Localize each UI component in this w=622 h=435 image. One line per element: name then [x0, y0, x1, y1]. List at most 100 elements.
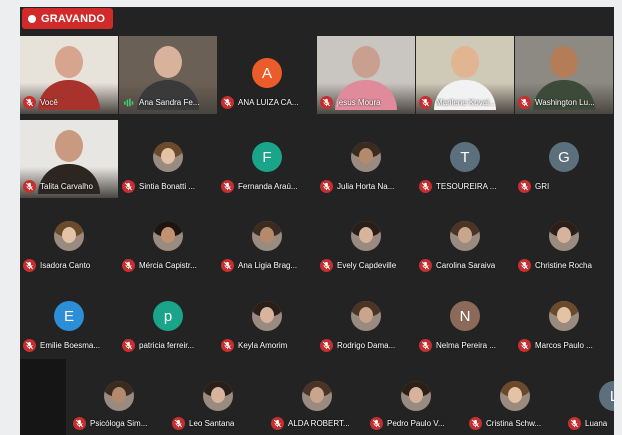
participant-label: Cristina Schw...: [469, 417, 541, 430]
participant-tile-sintia-bonatti[interactable]: Sintia Bonatti ...: [119, 120, 217, 198]
mic-muted-icon: [568, 417, 581, 430]
participant-name: Leo Santana: [189, 419, 235, 428]
participant-name: ALDA ROBERT...: [288, 419, 350, 428]
participant-name: patricia ferreir...: [139, 341, 195, 350]
participant-tile-tesoureira[interactable]: T TESOUREIRA ...: [416, 120, 514, 198]
participant-label: jesus Moura: [320, 96, 381, 109]
avatar-photo: [500, 381, 530, 411]
participant-name: Pedro Paulo V...: [387, 419, 445, 428]
avatar-photo: [54, 221, 84, 251]
avatar-photo: [401, 381, 431, 411]
participant-name: Marcos Paulo ...: [535, 341, 593, 350]
participant-name: jesus Moura: [337, 98, 381, 107]
participant-tile-talita-carvalho[interactable]: Talita Carvalho: [20, 120, 118, 198]
participant-tile-leo-santana[interactable]: Leo Santana: [169, 359, 267, 435]
participant-tile-ana-ligia-brag[interactable]: Ana Ligia Brag...: [218, 199, 316, 277]
avatar-photo: [203, 381, 233, 411]
participant-name: Cristina Schw...: [486, 419, 542, 428]
mic-muted-icon: [23, 96, 36, 109]
participant-name: Mércia Capistr...: [139, 261, 197, 270]
participant-label: Ana Sandra Fe...: [122, 96, 199, 109]
participant-label: Nelma Pereira ...: [419, 339, 496, 352]
mic-muted-icon: [221, 180, 234, 193]
participant-tile-voce[interactable]: Você: [20, 36, 118, 114]
avatar-photo: [252, 221, 282, 251]
participant-label: Julia Horta Na...: [320, 180, 394, 193]
mic-muted-icon: [122, 339, 135, 352]
avatar-photo: [252, 301, 282, 331]
participant-tile-jesus-moura[interactable]: jesus Moura: [317, 36, 415, 114]
participant-name: Luana: [585, 419, 608, 428]
record-dot-icon: [28, 14, 36, 23]
participant-tile-cristina-schw[interactable]: Cristina Schw...: [466, 359, 564, 435]
recording-indicator[interactable]: GRAVANDO: [22, 8, 114, 29]
avatar-photo: [351, 221, 381, 251]
participant-tile-ana-luiza-ca[interactable]: A ANA LUIZA CA...: [218, 36, 316, 114]
participant-tile-evely-capdeville[interactable]: Evely Capdeville: [317, 199, 415, 277]
recording-label: GRAVANDO: [41, 12, 106, 25]
mic-muted-icon: [419, 96, 432, 109]
participant-tile-fernanda-arau[interactable]: F Fernanda Araú...: [218, 120, 316, 198]
participant-name: Washington Lu...: [535, 98, 595, 107]
participant-label: Keyla Amorim: [221, 339, 287, 352]
participant-tile-christine-rocha[interactable]: Christine Rocha: [515, 199, 613, 277]
avatar-photo: [450, 221, 480, 251]
participant-tile-patricia-ferreir[interactable]: p patricia ferreir...: [119, 279, 217, 357]
participant-label: Emilie Boesma...: [23, 339, 100, 352]
participant-tile-gri[interactable]: G GRI: [515, 120, 613, 198]
participant-name: Nelma Pereira ...: [436, 341, 497, 350]
participant-tile-carolina-saraiva[interactable]: Carolina Saraiva: [416, 199, 514, 277]
participant-label: Marcos Paulo ...: [518, 339, 593, 352]
avatar-initial: L: [599, 381, 614, 411]
mic-muted-icon: [518, 180, 531, 193]
participant-label: patricia ferreir...: [122, 339, 194, 352]
participant-tile-marilene-kovai[interactable]: Marilene Kovai...: [416, 36, 514, 114]
mic-muted-icon: [23, 339, 36, 352]
mic-muted-icon: [23, 259, 36, 272]
participant-tile-ana-sandra-fe[interactable]: Ana Sandra Fe...: [119, 36, 217, 114]
participant-name: Carolina Saraiva: [436, 261, 496, 270]
participant-tile-washington-lu[interactable]: Washington Lu...: [515, 36, 613, 114]
participant-tile-julia-horta-na[interactable]: Julia Horta Na...: [317, 120, 415, 198]
participant-label: Ana Ligia Brag...: [221, 259, 297, 272]
participant-name: Julia Horta Na...: [337, 182, 395, 191]
participant-label: GRI: [518, 180, 549, 193]
participant-name: Sintia Bonatti ...: [139, 182, 196, 191]
participant-tile-mercia-capistr[interactable]: Mércia Capistr...: [119, 199, 217, 277]
participant-name: ANA LUIZA CA...: [238, 98, 299, 107]
mic-muted-icon: [419, 259, 432, 272]
participant-tile-isadora-canto[interactable]: Isadora Canto: [20, 199, 118, 277]
mic-muted-icon: [419, 180, 432, 193]
participant-name: Você: [40, 98, 58, 107]
mic-muted-icon: [221, 96, 234, 109]
mic-muted-icon: [271, 417, 284, 430]
participant-tile-luana[interactable]: L Luana: [565, 359, 614, 435]
participant-tile-alda-robert[interactable]: ALDA ROBERT...: [268, 359, 366, 435]
participant-tile-pedro-paulo-v[interactable]: Pedro Paulo V...: [367, 359, 465, 435]
mic-muted-icon: [172, 417, 185, 430]
avatar-photo: [351, 142, 381, 172]
participant-label: Mércia Capistr...: [122, 259, 197, 272]
participant-name: Ana Ligia Brag...: [238, 261, 298, 270]
avatar-photo: [153, 221, 183, 251]
participant-tile-psicologa-sim[interactable]: Psicóloga Sim...: [70, 359, 168, 435]
empty-grid-area: [20, 359, 66, 435]
mic-muted-icon: [518, 259, 531, 272]
participant-tile-rodrigo-dama[interactable]: Rodrigo Dama...: [317, 279, 415, 357]
avatar-initial: E: [54, 301, 84, 331]
mic-muted-icon: [320, 180, 333, 193]
video-grid: GRAVANDO Você Ana Sandra Fe... A ANA LUIZA …: [20, 7, 614, 435]
participant-tile-nelma-pereira[interactable]: N Nelma Pereira ...: [416, 279, 514, 357]
participant-name: Fernanda Araú...: [238, 182, 298, 191]
participant-tile-keyla-amorim[interactable]: Keyla Amorim: [218, 279, 316, 357]
participant-name: Talita Carvalho: [40, 182, 93, 191]
avatar-initial: A: [252, 58, 282, 88]
participant-label: Rodrigo Dama...: [320, 339, 395, 352]
participant-label: Carolina Saraiva: [419, 259, 495, 272]
participant-tile-emilie-boesma[interactable]: E Emilie Boesma...: [20, 279, 118, 357]
participant-label: Pedro Paulo V...: [370, 417, 445, 430]
mic-muted-icon: [221, 339, 234, 352]
participant-name: TESOUREIRA ...: [436, 182, 497, 191]
participant-tile-marcos-paulo[interactable]: Marcos Paulo ...: [515, 279, 613, 357]
participant-name: Isadora Canto: [40, 261, 91, 270]
